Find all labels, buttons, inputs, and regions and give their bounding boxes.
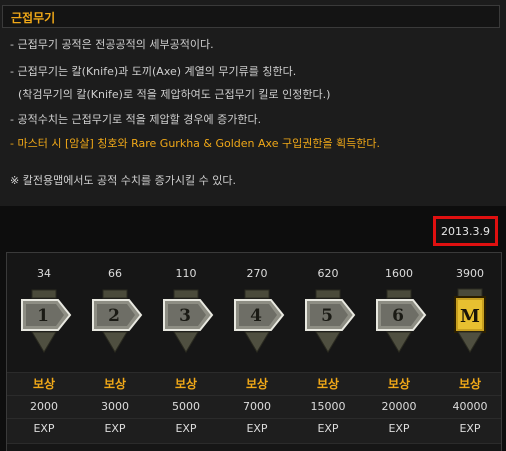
arrow-rank-badge-icon: 4 <box>234 289 285 353</box>
panel-title-bar: 근접무기 <box>2 5 500 28</box>
description-line: - 근접무기 공적은 전공공적의 세부공적이다. <box>10 38 214 51</box>
badge-label: 3 <box>179 306 191 326</box>
badge-label: 1 <box>37 306 49 326</box>
rank-badge-master: M <box>440 288 500 358</box>
reward-label: 보상 <box>316 377 340 391</box>
reward-unit: EXP <box>175 422 197 435</box>
reward-label: 보상 <box>174 377 198 391</box>
badge-label: 4 <box>250 306 262 326</box>
reward-unit: EXP <box>246 422 268 435</box>
rank-requirement: 110 <box>175 267 197 280</box>
rank-badge-3: 3 <box>156 288 216 358</box>
arrow-rank-badge-icon: 6 <box>376 289 427 353</box>
arrow-rank-badge-icon: 2 <box>92 289 143 353</box>
reward-amount: 40000 <box>452 400 488 413</box>
rank-requirement: 66 <box>108 267 122 280</box>
description-note: ※ 칼전용맵에서도 공적 수치를 증가시킬 수 있다. <box>10 174 236 187</box>
separator-band <box>0 206 506 250</box>
description-panel: 근접무기 - 근접무기 공적은 전공공적의 세부공적이다. - 근접무기는 칼(… <box>0 0 506 206</box>
rank-requirement: 1600 <box>385 267 413 280</box>
description-line: - 공적수치는 근접무기로 적을 제압할 경우에 증가한다. <box>10 113 262 126</box>
reward-unit: EXP <box>317 422 339 435</box>
reward-amount: 15000 <box>310 400 346 413</box>
reward-label: 보상 <box>458 377 482 391</box>
reward-amount: 2000 <box>30 400 58 413</box>
reward-unit: EXP <box>459 422 481 435</box>
rank-badge-1: 1 <box>14 288 74 358</box>
master-badge-icon: M <box>454 288 486 353</box>
reward-amount: 7000 <box>243 400 271 413</box>
rank-requirement: 34 <box>37 267 51 280</box>
reward-label: 보상 <box>245 377 269 391</box>
arrow-rank-badge-icon: 3 <box>163 289 214 353</box>
reward-label: 보상 <box>32 377 56 391</box>
rank-requirement: 270 <box>246 267 268 280</box>
description-line-highlight: - 마스터 시 [암살] 칭호와 Rare Gurkha & Golden Ax… <box>10 137 381 150</box>
description-line: - 근접무기는 칼(Knife)과 도끼(Axe) 계열의 무기류를 칭한다. <box>10 65 297 78</box>
badge-label: 5 <box>321 306 333 326</box>
panel-title: 근접무기 <box>11 11 56 25</box>
description-line: (착검무기의 칼(Knife)로 적을 제압하여도 근접무기 킬로 인정한다.) <box>18 88 331 101</box>
reward-label: 보상 <box>387 377 411 391</box>
reward-amount: 3000 <box>101 400 129 413</box>
reward-amount: 20000 <box>381 400 417 413</box>
arrow-rank-badge-icon: 1 <box>21 289 72 353</box>
badge-label: M <box>460 306 480 327</box>
rank-requirement: 3900 <box>456 267 484 280</box>
reward-unit: EXP <box>104 422 126 435</box>
badge-label: 6 <box>392 306 404 326</box>
rank-badge-4: 4 <box>227 288 287 358</box>
rank-badge-5: 5 <box>298 288 358 358</box>
update-date: 2013.3.9 <box>441 225 490 238</box>
reward-unit: EXP <box>33 422 55 435</box>
reward-label: 보상 <box>103 377 127 391</box>
rank-badge-6: 6 <box>369 288 429 358</box>
badge-label: 2 <box>108 306 120 326</box>
achievement-window: 근접무기 - 근접무기 공적은 전공공적의 세부공적이다. - 근접무기는 칼(… <box>0 0 506 451</box>
reward-unit: EXP <box>388 422 410 435</box>
rank-requirement: 620 <box>317 267 339 280</box>
arrow-rank-badge-icon: 5 <box>305 289 356 353</box>
rank-badge-2: 2 <box>85 288 145 358</box>
reward-amount: 5000 <box>172 400 200 413</box>
rank-progress-panel: 34 1 보상 2000 EXP 66 2 보상 3000 EXP 110 3 … <box>6 252 502 451</box>
date-highlight-box: 2013.3.9 <box>433 216 498 246</box>
